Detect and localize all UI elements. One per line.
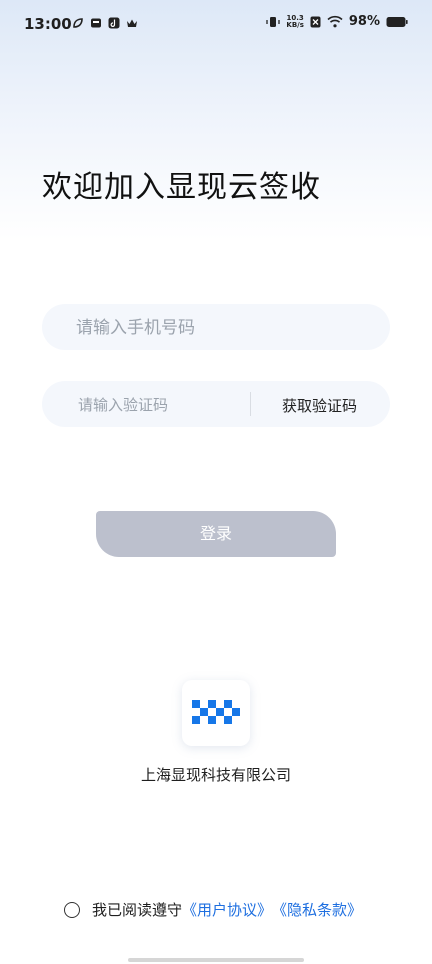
agreement-row: 我已阅读遵守 《用户协议》 《隐私条款》 — [64, 899, 362, 920]
agree-checkbox[interactable] — [64, 901, 80, 918]
agree-text: 我已阅读遵守 — [92, 901, 183, 919]
inbox-icon — [91, 18, 101, 28]
status-system-icons: 10.3 KB/s 98% — [266, 14, 408, 29]
user-agreement-link[interactable]: 《用户协议》 — [182, 899, 272, 920]
leaf-icon — [73, 18, 83, 28]
phone-input[interactable] — [74, 304, 368, 352]
sim-off-icon — [310, 16, 321, 27]
page-title: 欢迎加入显现云签收 — [42, 170, 321, 205]
verification-code-field[interactable]: 获取验证码 — [42, 381, 390, 429]
battery-icon — [386, 16, 408, 27]
status-notification-icons — [72, 17, 138, 29]
home-indicator[interactable] — [128, 958, 304, 962]
company-name: 上海显现科技有限公司 — [140, 766, 291, 784]
vibrate-icon — [266, 16, 281, 27]
phone-field[interactable] — [42, 304, 390, 352]
checker-logo-icon — [192, 700, 240, 724]
status-bar: 13:00 10.3 KB/s 98% — [0, 0, 432, 50]
company-logo — [182, 680, 250, 746]
battery-percent: 98% — [348, 14, 380, 29]
status-time: 13:00 — [24, 15, 72, 33]
get-code-button[interactable]: 获取验证码 — [282, 395, 357, 416]
crown-icon — [127, 19, 137, 27]
privacy-policy-link[interactable]: 《隐私条款》 — [272, 899, 362, 920]
login-button[interactable]: 登录 — [96, 511, 336, 557]
wifi-icon — [327, 15, 343, 28]
tiktok-icon — [108, 17, 120, 29]
network-speed: 10.3 KB/s — [286, 13, 304, 29]
field-divider — [250, 392, 251, 416]
